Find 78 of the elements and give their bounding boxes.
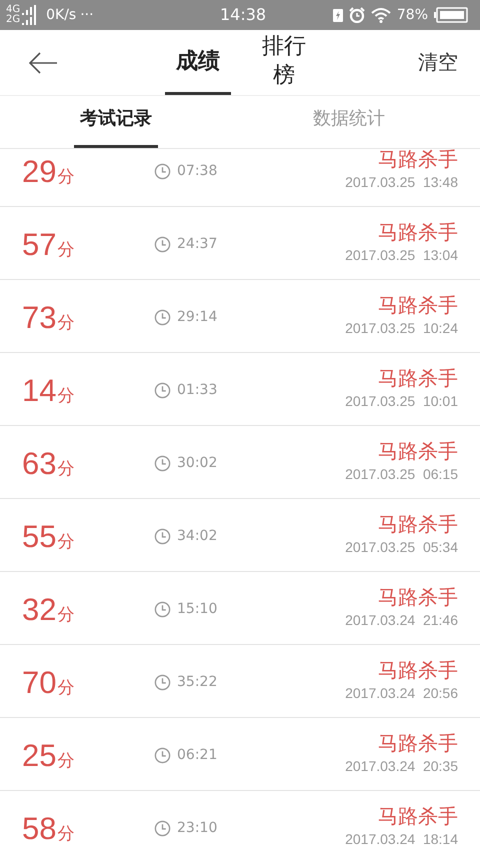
- user-name: 马路杀手: [378, 586, 458, 611]
- network-speed: 0K/s: [46, 7, 76, 23]
- duration-text: 29:14: [177, 309, 218, 325]
- record-row[interactable]: 29分 07:38 马路杀手 2017.03.25 13:48: [0, 149, 480, 207]
- more-indicator: ···: [80, 7, 94, 23]
- duration-text: 07:38: [177, 163, 218, 179]
- record-datetime: 2017.03.24 20:35: [345, 758, 458, 774]
- record-datetime: 2017.03.25 13:04: [345, 247, 458, 263]
- battery-icon: [434, 7, 468, 23]
- score-value: 70分: [22, 664, 76, 701]
- record-row[interactable]: 57分 24:37 马路杀手 2017.03.25 13:04: [0, 207, 480, 280]
- signal-icon: [22, 5, 36, 15]
- record-datetime: 2017.03.25 05:34: [345, 539, 458, 555]
- clock-icon: [154, 528, 171, 544]
- record-datetime: 2017.03.25 10:01: [345, 393, 458, 409]
- clear-button[interactable]: 清空: [418, 49, 458, 76]
- duration-text: 01:33: [177, 382, 218, 398]
- score-value: 25分: [22, 737, 76, 774]
- user-name: 马路杀手: [378, 149, 458, 173]
- clock-time: 14:38: [220, 5, 266, 24]
- user-name: 马路杀手: [378, 805, 458, 830]
- clock-icon: [154, 674, 171, 690]
- clock-icon: [154, 454, 171, 472]
- signal-icon: [22, 15, 36, 25]
- score-value: 63分: [22, 445, 76, 482]
- header-tab[interactable]: 排行榜: [259, 30, 309, 95]
- score-value: 57分: [22, 226, 76, 263]
- record-datetime: 2017.03.25 06:15: [345, 466, 458, 482]
- wifi-icon: [370, 7, 391, 23]
- sub-tab[interactable]: 考试记录: [74, 96, 158, 148]
- clock-icon: [154, 236, 171, 252]
- alarm-icon: [348, 7, 365, 23]
- score-value: 32分: [22, 591, 76, 628]
- record-row[interactable]: 73分 29:14 马路杀手 2017.03.25 10:24: [0, 280, 480, 353]
- record-datetime: 2017.03.25 13:48: [345, 174, 458, 190]
- battery-saver-icon: [332, 8, 343, 22]
- back-arrow-icon: [28, 50, 58, 74]
- duration-text: 35:22: [177, 674, 218, 690]
- record-row[interactable]: 14分 01:33 马路杀手 2017.03.25 10:01: [0, 353, 480, 426]
- record-row[interactable]: 58分 23:10 马路杀手 2017.03.24 18:14: [0, 791, 480, 853]
- user-name: 马路杀手: [378, 659, 458, 684]
- user-name: 马路杀手: [378, 732, 458, 757]
- record-row[interactable]: 55分 34:02 马路杀手 2017.03.25 05:34: [0, 499, 480, 572]
- record-row[interactable]: 32分 15:10 马路杀手 2017.03.24 21:46: [0, 572, 480, 645]
- score-value: 73分: [22, 299, 76, 336]
- clock-icon: [154, 600, 171, 618]
- user-name: 马路杀手: [378, 367, 458, 392]
- record-row[interactable]: 25分 06:21 马路杀手 2017.03.24 20:35: [0, 718, 480, 791]
- record-datetime: 2017.03.24 20:56: [345, 685, 458, 701]
- network-label: 2G: [6, 15, 20, 25]
- score-value: 29分: [22, 153, 76, 190]
- duration-text: 24:37: [177, 236, 218, 252]
- score-value: 58分: [22, 810, 76, 847]
- duration-text: 34:02: [177, 528, 218, 544]
- user-name: 马路杀手: [378, 440, 458, 465]
- clock-icon: [154, 382, 171, 398]
- user-name: 马路杀手: [378, 294, 458, 319]
- clock-icon: [154, 308, 171, 326]
- record-datetime: 2017.03.24 21:46: [345, 612, 458, 628]
- record-row[interactable]: 63分 30:02 马路杀手 2017.03.25 06:15: [0, 426, 480, 499]
- duration-text: 30:02: [177, 455, 218, 471]
- duration-text: 06:21: [177, 747, 218, 763]
- record-datetime: 2017.03.24 18:14: [345, 831, 458, 847]
- sub-tab[interactable]: 数据统计: [218, 96, 480, 148]
- battery-percent: 78%: [396, 7, 428, 23]
- header-tab[interactable]: 成绩: [165, 30, 231, 95]
- clock-icon: [154, 820, 171, 836]
- duration-text: 23:10: [177, 820, 218, 836]
- record-row[interactable]: 70分 35:22 马路杀手 2017.03.24 20:56: [0, 645, 480, 718]
- score-value: 55分: [22, 518, 76, 555]
- user-name: 马路杀手: [378, 513, 458, 538]
- record-datetime: 2017.03.25 10:24: [345, 320, 458, 336]
- user-name: 马路杀手: [378, 221, 458, 246]
- clock-icon: [154, 162, 171, 180]
- network-label: 4G: [6, 5, 20, 15]
- duration-text: 15:10: [177, 601, 218, 617]
- clock-icon: [154, 746, 171, 764]
- score-value: 14分: [22, 372, 76, 409]
